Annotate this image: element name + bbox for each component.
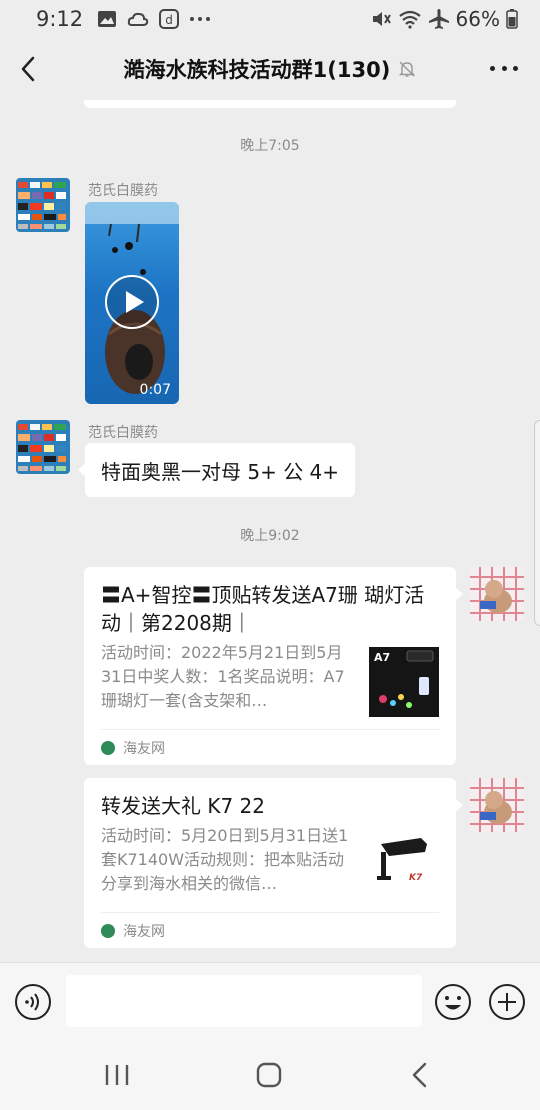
status-time: 9:12	[36, 7, 84, 31]
status-bar: 9:12 d 66%	[0, 0, 540, 38]
d-app-icon: d	[159, 9, 180, 29]
status-icons-right: 66%	[370, 0, 518, 38]
image-icon	[98, 11, 117, 27]
sender-name: 范氏白膜药	[88, 183, 158, 199]
svg-text:d: d	[165, 13, 173, 27]
side-scroll-handle[interactable]	[534, 420, 540, 626]
system-nav-bar	[0, 1040, 540, 1110]
self-avatar[interactable]	[470, 778, 524, 832]
card-thumbnail-label: K7	[409, 873, 423, 883]
card-description: 活动时间：5月20日到5月31日送1套K7140W活动规则：把本贴活动分享到海水…	[101, 826, 349, 893]
previous-message-bubble[interactable]	[84, 100, 456, 108]
card-thumbnail: A7	[369, 647, 439, 717]
chat-header: 澔海水族科技活动群1(130)	[0, 38, 540, 100]
source-icon	[101, 923, 115, 938]
battery-percent: 66%	[455, 7, 500, 31]
text-message[interactable]: 特面奥黑一对母 5+ 公 4+	[77, 443, 356, 497]
video-duration: 0:07	[139, 382, 171, 398]
sender-name: 范氏白膜药	[88, 425, 158, 441]
airplane-icon	[428, 9, 449, 29]
input-bar	[0, 962, 540, 1040]
plus-icon[interactable]	[488, 983, 526, 1021]
card-source-label: 海友网	[123, 740, 165, 757]
card-source-label: 海友网	[123, 923, 165, 940]
self-avatar[interactable]	[470, 567, 524, 621]
recents-icon[interactable]	[104, 1064, 130, 1086]
battery-icon	[506, 9, 518, 29]
link-card[interactable]: 〓A+智控〓顶贴转发送A7珊 瑚灯活动｜第2208期｜ 活动时间：2022年5月…	[84, 567, 463, 765]
link-card[interactable]: 转发送大礼 K7 22 活动时间：5月20日到5月31日送1套K7140W活动规…	[84, 778, 463, 948]
emoji-icon[interactable]	[434, 983, 472, 1021]
video-message[interactable]: 0:07	[85, 202, 179, 404]
status-icons-left: d	[97, 9, 211, 29]
timestamp: 晚上7:05	[240, 138, 300, 154]
mute-vibrate-icon	[372, 12, 391, 26]
more-dots-icon	[190, 17, 211, 21]
avatar[interactable]	[16, 420, 70, 474]
mute-bell-icon	[399, 61, 416, 77]
home-icon[interactable]	[256, 1062, 282, 1088]
timestamp: 晚上9:02	[240, 528, 300, 544]
play-button[interactable]	[105, 275, 159, 329]
card-source: 海友网	[101, 912, 439, 948]
card-source: 海友网	[101, 729, 439, 765]
back-nav-icon[interactable]	[410, 1062, 430, 1088]
card-title: 〓A+智控〓顶贴转发送A7珊 瑚灯活动｜第2208期｜	[101, 583, 425, 635]
cloud-icon	[127, 12, 149, 26]
card-thumbnail: K7	[369, 830, 439, 900]
card-title: 转发送大礼 K7 22	[101, 794, 266, 818]
chat-title: 澔海水族科技活动群1(130)	[123, 58, 391, 82]
more-icon[interactable]	[490, 66, 518, 74]
source-icon	[101, 740, 115, 755]
card-thumbnail-label: A7	[374, 651, 390, 664]
back-icon[interactable]	[14, 52, 44, 86]
voice-icon[interactable]	[14, 983, 52, 1021]
card-description: 活动时间：2022年5月21日到5月31日中奖人数：1名奖品说明：A7珊瑚灯一套…	[101, 643, 345, 710]
message-list[interactable]: 晚上7:05 范氏白膜药 0:07 范氏白膜药 特面奥黑一对母 5+ 公 4+ …	[0, 100, 540, 960]
wifi-icon	[398, 10, 421, 29]
message-input[interactable]	[66, 975, 422, 1027]
avatar[interactable]	[16, 178, 70, 232]
